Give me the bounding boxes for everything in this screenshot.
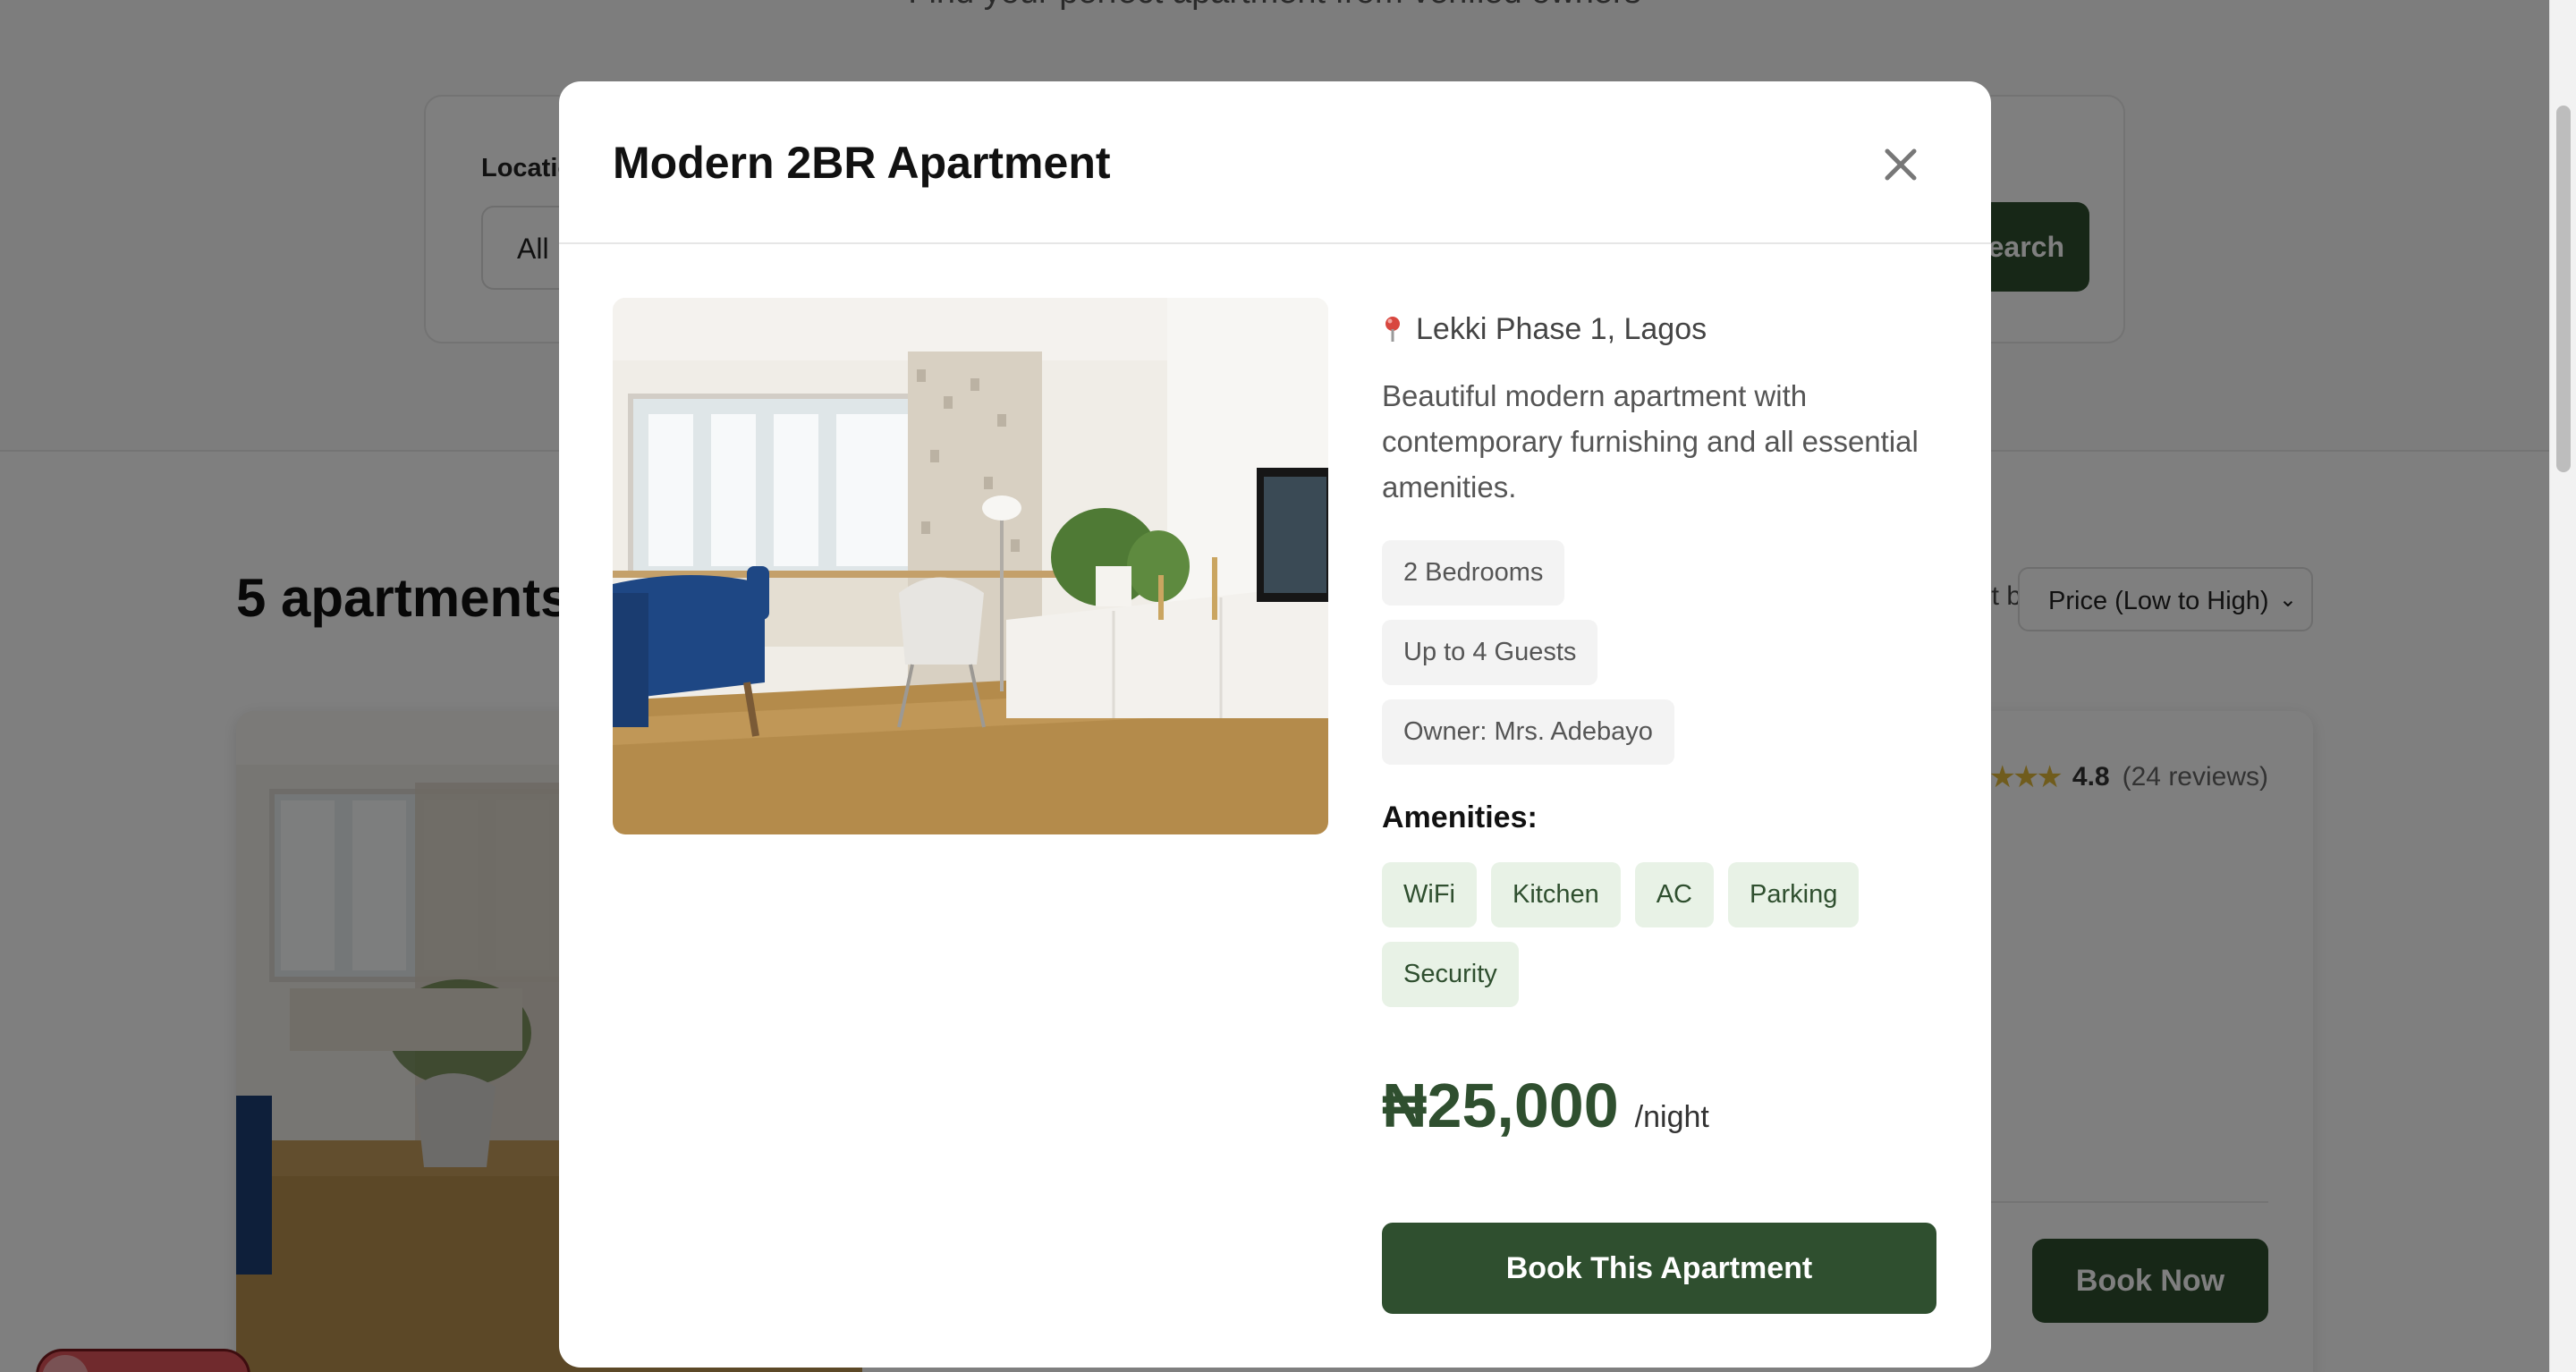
page: Find your perfect apartment from verifie… (0, 0, 2576, 1372)
modal-title: Modern 2BR Apartment (613, 138, 1111, 188)
bedrooms-chip: 2 Bedrooms (1382, 540, 1565, 606)
amenity-parking: Parking (1728, 862, 1860, 927)
close-icon[interactable] (1882, 146, 1919, 183)
price-unit: /night (1634, 1100, 1709, 1134)
apartment-modal: Modern 2BR Apartment Lekki Phase 1, Lago… (559, 81, 1991, 1368)
apartment-facts: 2 Bedrooms Up to 4 Guests Owner: Mrs. Ad… (1382, 540, 1938, 765)
apartment-photo (613, 298, 1328, 834)
price-row: ₦25,000 /night (1382, 1070, 1938, 1141)
amenity-ac: AC (1634, 862, 1715, 927)
amenities-heading: Amenities: (1382, 800, 1538, 834)
page-scrollbar[interactable] (2549, 0, 2576, 1372)
book-apartment-button[interactable]: Book This Apartment (1382, 1223, 1936, 1314)
location-text: Lekki Phase 1, Lagos (1416, 311, 1707, 346)
apartment-details: Lekki Phase 1, Lagos Beautiful modern ap… (1382, 298, 1938, 1141)
apartment-description: Beautiful modern apartment with contempo… (1382, 379, 1919, 504)
modal-header: Modern 2BR Apartment (559, 81, 1991, 244)
owner-chip: Owner: Mrs. Adebayo (1382, 699, 1674, 765)
amenity-security: Security (1382, 942, 1519, 1007)
amenity-wifi: WiFi (1382, 862, 1477, 927)
location-row: Lekki Phase 1, Lagos (1382, 298, 1938, 360)
guests-chip: Up to 4 Guests (1382, 620, 1598, 685)
price-value: ₦25,000 (1382, 1071, 1619, 1140)
amenity-kitchen: Kitchen (1490, 862, 1621, 927)
amenities-list: WiFi Kitchen AC Parking Security (1382, 862, 1954, 1007)
scrollbar-thumb[interactable] (2556, 106, 2571, 472)
map-pin-icon (1385, 317, 1400, 342)
